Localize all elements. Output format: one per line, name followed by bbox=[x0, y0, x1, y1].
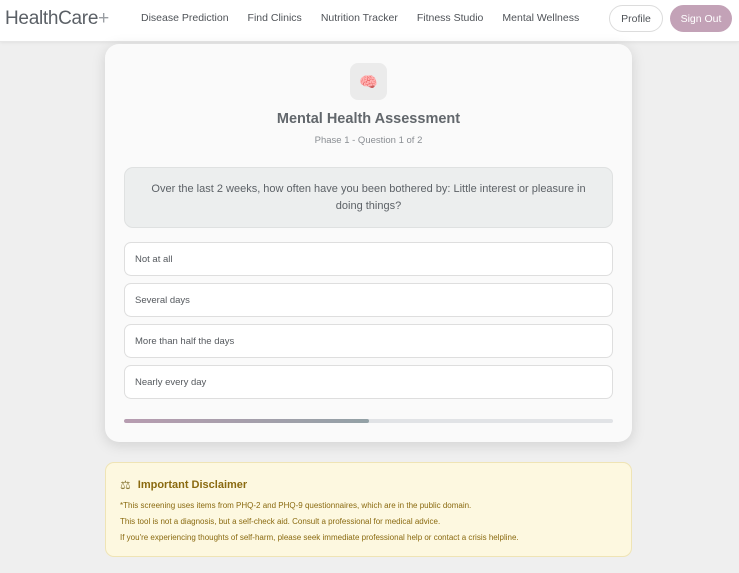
disclaimer-line-2: This tool is not a diagnosis, but a self… bbox=[120, 517, 441, 526]
progress-bar bbox=[124, 419, 613, 423]
answer-option-more-than-half[interactable]: More than half the days bbox=[124, 324, 613, 358]
logo-plus: + bbox=[98, 8, 109, 29]
nav-link-nutrition-tracker[interactable]: Nutrition Tracker bbox=[321, 12, 398, 24]
nav-link-disease-prediction[interactable]: Disease Prediction bbox=[141, 12, 229, 24]
disclaimer-line-1: *This screening uses items from PHQ-2 an… bbox=[120, 501, 472, 510]
progress-bar-fill bbox=[124, 419, 369, 423]
question-progress-text: Phase 1 - Question 1 of 2 bbox=[314, 135, 423, 146]
navbar: HealthCare+ Disease Prediction Find Clin… bbox=[0, 0, 739, 42]
answer-option-not-at-all[interactable]: Not at all bbox=[124, 242, 613, 276]
nav-links: Disease Prediction Find Clinics Nutritio… bbox=[141, 12, 598, 24]
assessment-title: Mental Health Assessment bbox=[276, 111, 461, 127]
brain-icon: 🧠 bbox=[350, 63, 387, 100]
assessment-card: 🧠 Mental Health Assessment Phase 1 - Que… bbox=[105, 44, 632, 442]
answer-options: Not at all Several days More than half t… bbox=[124, 242, 613, 406]
scale-icon: ⚖ bbox=[120, 478, 131, 492]
profile-button[interactable]: Profile bbox=[609, 5, 663, 32]
logo-text: HealthCare bbox=[5, 8, 99, 29]
answer-option-nearly-every-day[interactable]: Nearly every day bbox=[124, 365, 613, 399]
disclaimer-header: ⚖ Important Disclaimer bbox=[120, 478, 247, 492]
disclaimer-line-3: If you're experiencing thoughts of self-… bbox=[120, 533, 519, 542]
question-box: Over the last 2 weeks, how often have yo… bbox=[124, 167, 613, 228]
sign-out-button[interactable]: Sign Out bbox=[670, 5, 732, 32]
disclaimer-title: Important Disclaimer bbox=[137, 479, 248, 491]
brain-icon-glyph: 🧠 bbox=[359, 73, 378, 91]
question-text: Over the last 2 weeks, how often have yo… bbox=[151, 182, 586, 212]
answer-option-several-days[interactable]: Several days bbox=[124, 283, 613, 317]
logo[interactable]: HealthCare+ bbox=[5, 8, 109, 30]
nav-link-fitness-studio[interactable]: Fitness Studio bbox=[417, 12, 484, 24]
nav-link-find-clinics[interactable]: Find Clinics bbox=[248, 12, 302, 24]
disclaimer-box: ⚖ Important Disclaimer *This screening u… bbox=[105, 462, 632, 557]
nav-link-mental-wellness[interactable]: Mental Wellness bbox=[502, 12, 579, 24]
